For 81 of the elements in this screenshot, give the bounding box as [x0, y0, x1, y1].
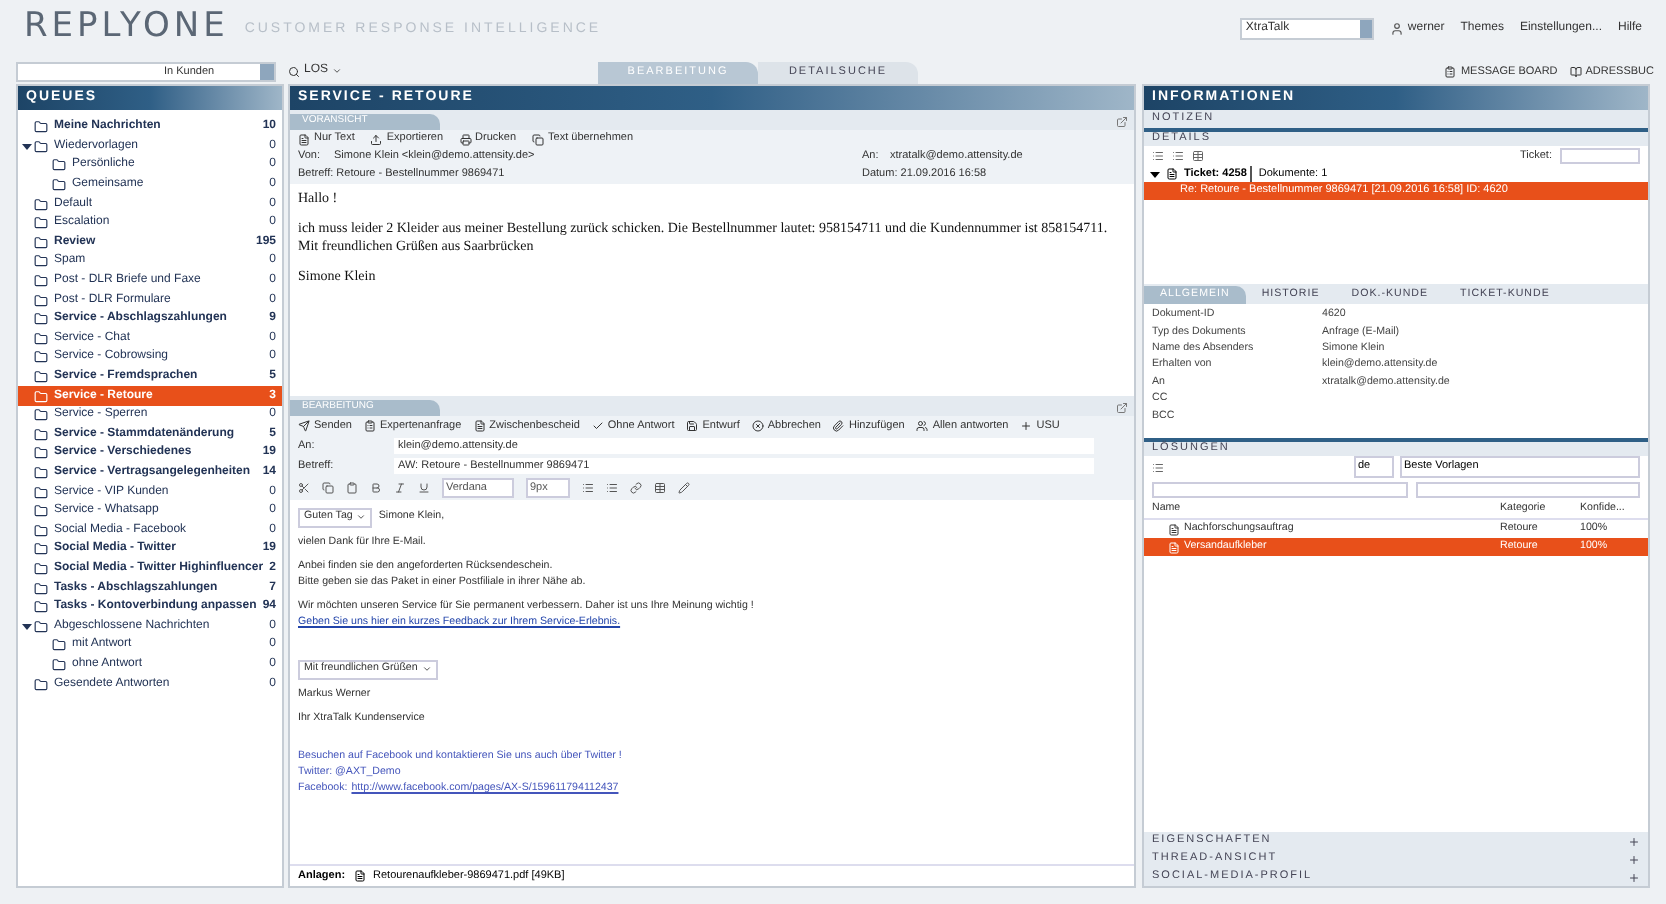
list-icon[interactable] [1172, 150, 1184, 162]
user-icon [1389, 21, 1404, 35]
folder-icon [34, 677, 48, 692]
folder-icon [34, 254, 48, 269]
table-icon[interactable] [1192, 150, 1204, 162]
list-icon[interactable] [1152, 461, 1164, 473]
folder-icon [52, 158, 66, 173]
copy-icon[interactable] [322, 482, 334, 494]
book-icon [1569, 65, 1582, 78]
check-icon [591, 420, 604, 432]
expand-arrow-icon[interactable] [1150, 169, 1160, 179]
printer-icon [459, 133, 472, 145]
document-icon [1168, 523, 1180, 535]
folder-icon [34, 216, 48, 231]
folder-icon [34, 139, 48, 154]
folder-icon [52, 657, 66, 672]
file-icon [353, 870, 366, 882]
folder-icon [52, 638, 66, 653]
table-icon[interactable] [654, 482, 666, 494]
send-icon [298, 420, 310, 432]
folder-icon [34, 274, 48, 289]
folder-icon [34, 561, 48, 576]
folder-icon [34, 389, 48, 404]
folder-icon [34, 465, 48, 480]
folder-icon [34, 523, 48, 538]
document-icon [298, 133, 310, 145]
folder-icon [34, 120, 48, 135]
expand-arrow-icon[interactable] [22, 141, 32, 152]
folder-icon [34, 619, 48, 634]
folder-icon [34, 197, 48, 212]
chevron-down-icon [421, 664, 432, 675]
copy-icon [532, 133, 545, 145]
save-icon [686, 420, 699, 432]
folder-icon [34, 600, 48, 615]
logo: REPLYONE [24, 4, 229, 51]
ticket-field[interactable] [1560, 148, 1640, 164]
clipboard-icon [363, 420, 376, 432]
clipboard-icon [1444, 65, 1457, 78]
italic-icon[interactable] [394, 482, 406, 494]
upload-icon [370, 133, 383, 145]
bold-icon[interactable] [370, 482, 382, 494]
paperclip-icon [832, 420, 845, 432]
expand-arrow-icon[interactable] [22, 621, 32, 632]
list-icon[interactable] [1152, 150, 1164, 162]
popout-icon[interactable] [1116, 402, 1128, 414]
link-icon[interactable] [630, 482, 642, 494]
list-icon[interactable] [582, 482, 594, 494]
plus-icon[interactable] [1628, 853, 1640, 865]
folder-icon [34, 331, 48, 346]
folder-icon [34, 485, 48, 500]
folder-icon [34, 581, 48, 596]
pencil-icon[interactable] [678, 482, 690, 494]
clipboard-icon[interactable] [346, 482, 358, 494]
folder-icon [34, 350, 48, 365]
folder-icon [34, 370, 48, 385]
folder-icon [34, 446, 48, 461]
scissors-icon[interactable] [298, 482, 310, 494]
folder-icon [52, 178, 66, 193]
folder-icon [34, 504, 48, 519]
document-icon [473, 420, 486, 432]
chevron-down-icon [332, 66, 343, 76]
folder-icon [34, 427, 48, 442]
folder-icon [34, 235, 48, 250]
document-icon [1168, 541, 1180, 553]
underline-icon[interactable] [418, 482, 430, 494]
popout-icon[interactable] [1116, 116, 1128, 128]
folder-icon [34, 408, 48, 423]
ticket-icon [1166, 168, 1178, 180]
chevron-down-icon [356, 512, 367, 523]
filter-field[interactable] [1152, 481, 1408, 497]
list-icon[interactable] [606, 482, 618, 494]
users-icon [916, 420, 929, 432]
folder-icon [34, 312, 48, 327]
cancel-icon [751, 420, 764, 432]
search-icon [288, 65, 300, 77]
folder-icon [34, 293, 48, 308]
search-field[interactable] [1416, 481, 1640, 497]
folder-icon [34, 542, 48, 557]
plus-icon[interactable] [1628, 871, 1640, 883]
plus-icon[interactable] [1628, 835, 1640, 847]
plus-icon [1020, 420, 1033, 432]
